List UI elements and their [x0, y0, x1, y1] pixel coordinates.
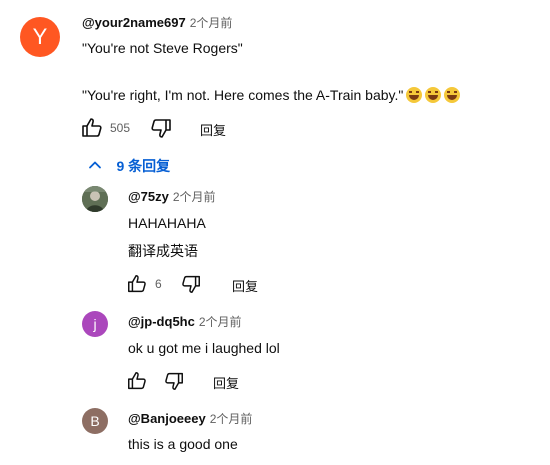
- reply-time[interactable]: 2个月前: [199, 315, 242, 329]
- reply-button[interactable]: 回复: [232, 276, 258, 295]
- like-button[interactable]: [126, 370, 148, 392]
- reply-time[interactable]: 2个月前: [173, 190, 216, 204]
- like-count: 6: [155, 277, 162, 291]
- thumbs-down-icon: [165, 372, 183, 390]
- reply-author[interactable]: @75zy: [128, 189, 169, 204]
- comment-header: @your2name697 2个月前: [82, 14, 232, 32]
- reply-author[interactable]: @jp-dq5hc: [128, 314, 195, 329]
- laughing-emoji-icon: [406, 87, 423, 103]
- dislike-button[interactable]: [149, 116, 173, 140]
- thumbs-up-icon: [128, 372, 146, 390]
- chevron-up-icon: [89, 161, 101, 169]
- comment-line-2-row: "You're right, I'm not. Here comes the A…: [82, 87, 461, 103]
- laughing-emoji-icon: [425, 87, 442, 103]
- avatar-letter: j: [93, 316, 97, 332]
- avatar[interactable]: B: [82, 408, 108, 434]
- thumbs-up-icon: [128, 275, 146, 293]
- avatar-letter: Y: [32, 24, 48, 49]
- avatar[interactable]: [82, 186, 108, 212]
- avatar-letter: B: [90, 413, 100, 429]
- replies-toggle-label: 9 条回复: [116, 158, 171, 174]
- reply-text: HAHAHAHA: [128, 215, 206, 231]
- reply-time[interactable]: 2个月前: [210, 412, 253, 426]
- thumbs-up-icon: [82, 118, 102, 137]
- reply-header: @75zy 2个月前: [128, 188, 216, 206]
- comment-line-1: "You're not Steve Rogers": [82, 40, 243, 56]
- replies-toggle[interactable]: 9 条回复: [88, 156, 170, 176]
- reply-author[interactable]: @Banjoeeey: [128, 411, 206, 426]
- translate-link[interactable]: 翻译成英语: [128, 241, 198, 261]
- laughing-emoji-icon: [444, 87, 461, 103]
- comment-line-2: "You're right, I'm not. Here comes the A…: [82, 87, 404, 103]
- avatar[interactable]: j: [82, 311, 108, 337]
- dislike-button[interactable]: [180, 273, 202, 295]
- like-count: 505: [110, 121, 131, 135]
- reply-header: @Banjoeeey 2个月前: [128, 410, 252, 428]
- reply-text: ok u got me i laughed lol: [128, 340, 280, 356]
- reply-text: this is a good one: [128, 436, 238, 452]
- like-button[interactable]: [80, 116, 104, 140]
- thumbs-down-icon: [151, 119, 171, 138]
- dislike-button[interactable]: [163, 370, 185, 392]
- avatar[interactable]: Y: [20, 17, 60, 57]
- reply-button[interactable]: 回复: [200, 120, 226, 139]
- profile-photo-icon: [82, 186, 108, 212]
- reply-header: @jp-dq5hc 2个月前: [128, 313, 242, 331]
- like-button[interactable]: [126, 273, 148, 295]
- thumbs-down-icon: [182, 275, 200, 293]
- comment-author[interactable]: @your2name697: [82, 15, 186, 30]
- reply-button[interactable]: 回复: [213, 373, 239, 392]
- comment-time[interactable]: 2个月前: [190, 16, 233, 30]
